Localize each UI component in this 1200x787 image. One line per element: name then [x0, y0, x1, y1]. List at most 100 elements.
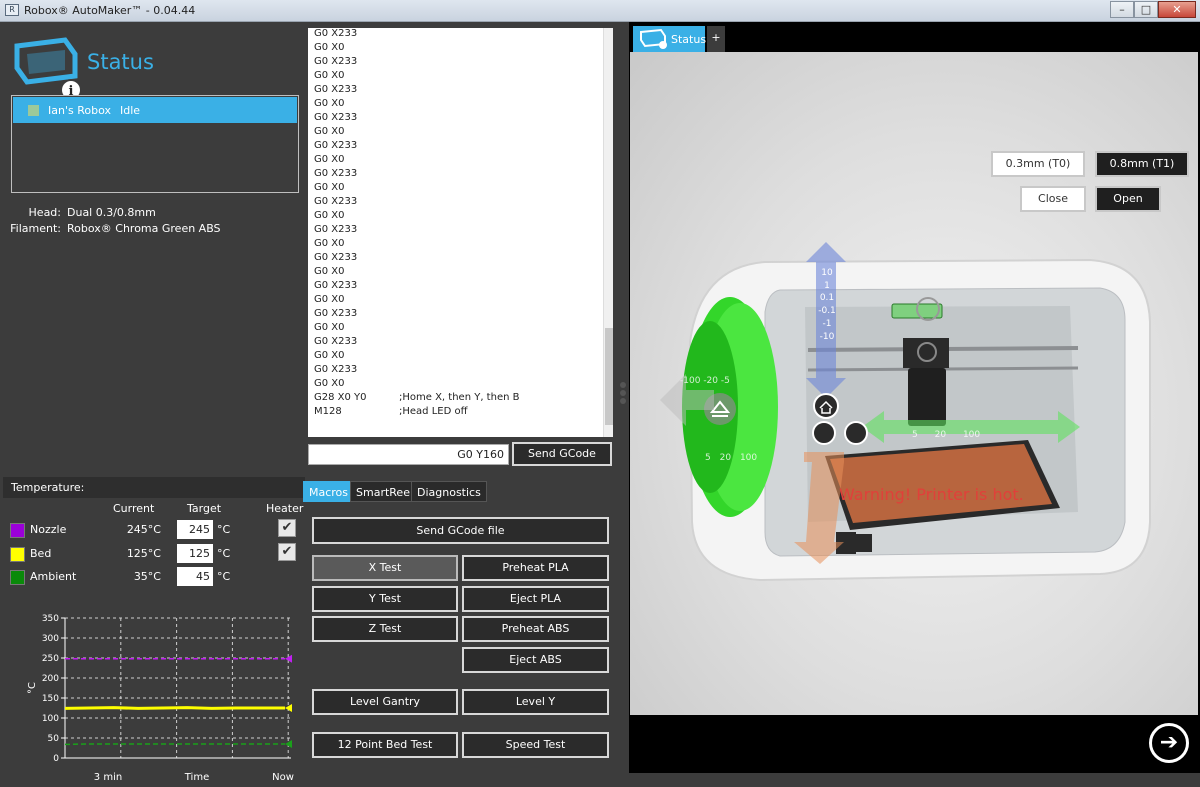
ambient-unit: °C	[217, 570, 230, 583]
e-jog-extrude-controls[interactable]: 5 20 100	[705, 453, 757, 463]
printer-hot-warning: Warning! Printer is hot.	[839, 485, 1024, 504]
nozzle-color-swatch	[10, 523, 25, 538]
printer-3d-view[interactable]: 0.3mm (T0) 0.8mm (T1) Close Open 10 1 0.…	[630, 52, 1198, 715]
x-jog-20[interactable]: 20	[935, 430, 946, 440]
gcode-log-line: G0 X233	[314, 196, 357, 207]
gcode-log-line: G0 X233	[314, 84, 357, 95]
chart-x-tick-label: 3 min	[94, 772, 122, 783]
ambient-target-input[interactable]: 45	[177, 567, 213, 586]
chart-y-tick-label: 350	[42, 614, 59, 624]
target-header: Target	[187, 502, 221, 515]
heater-header: Heater	[266, 502, 303, 515]
app-icon: R	[5, 4, 19, 16]
eject-abs-button[interactable]: Eject ABS	[462, 647, 609, 673]
e-jog-neg100[interactable]: -100	[680, 376, 700, 386]
bed-current-temp: 125°C	[101, 547, 161, 560]
panel-divider-handle[interactable]	[619, 380, 627, 410]
chart-y-tick-label: 300	[42, 634, 59, 644]
preheat-abs-button[interactable]: Preheat ABS	[462, 616, 609, 642]
z-jog-neg10[interactable]: -10	[818, 331, 836, 344]
eject-pla-button[interactable]: Eject PLA	[462, 586, 609, 612]
gcode-log: G0 X233 G0 X0 G0 X233 G0 X0 G0 X233 G0 X0 G0 X…	[308, 28, 613, 437]
gcode-log-line: G0 X233	[314, 140, 357, 151]
e-jog-5[interactable]: 5	[705, 453, 711, 463]
x-jog-controls[interactable]: 5 20 100	[912, 430, 980, 440]
level-gantry-button[interactable]: Level Gantry	[312, 689, 458, 715]
e-jog-controls[interactable]: -100 -20 -5	[680, 376, 730, 386]
nozzle-target-input[interactable]: 245	[177, 520, 213, 539]
scrollbar-thumb[interactable]	[605, 328, 613, 425]
level-y-button[interactable]: Level Y	[462, 689, 609, 715]
send-gcode-button[interactable]: Send GCode	[512, 442, 612, 466]
tab-diagnostics[interactable]: Diagnostics	[411, 481, 487, 502]
printer-name: Ian's Robox	[48, 104, 111, 117]
control-panel: G0 X233 G0 X0 G0 X233 G0 X0 G0 X233 G0 X0 G0 X…	[305, 22, 627, 773]
chart-y-tick-label: 200	[42, 674, 59, 684]
gcode-log-line: G0 X0	[314, 294, 345, 305]
preheat-pla-button[interactable]: Preheat PLA	[462, 555, 609, 581]
x-test-button[interactable]: X Test	[312, 555, 458, 581]
tab-macros[interactable]: Macros	[303, 481, 354, 502]
bed-heater-checkbox[interactable]: ✔	[278, 543, 296, 561]
chart-y-tick-label: 0	[53, 754, 59, 764]
printer-list: Ian's Robox Idle	[11, 95, 299, 193]
z-jog-neg1[interactable]: -1	[818, 318, 836, 331]
nozzle-heater-checkbox[interactable]: ✔	[278, 519, 296, 537]
gcode-log-line: G0 X0	[314, 98, 345, 109]
z-jog-1[interactable]: 1	[818, 280, 836, 293]
chart-x-tick-label: Time	[184, 772, 209, 783]
gcode-log-line: G0 X233	[314, 252, 357, 263]
x-jog-5[interactable]: 5	[912, 430, 918, 440]
e-jog-20[interactable]: 20	[720, 453, 731, 463]
gcode-log-line: G0 X0	[314, 126, 345, 137]
gcode-log-line: G0 X233	[314, 56, 357, 67]
minimize-button[interactable]: –	[1110, 1, 1134, 18]
gcode-log-line: G0 X0	[314, 378, 345, 389]
nozzle-t1-button[interactable]: 0.8mm (T1)	[1095, 151, 1189, 177]
bed-target-input[interactable]: 125	[177, 544, 213, 563]
ambient-label: Ambient	[30, 570, 76, 583]
nozzle-label: Nozzle	[30, 523, 66, 536]
e-jog-neg20[interactable]: -20	[703, 376, 718, 386]
send-gcode-file-button[interactable]: Send GCode file	[312, 517, 609, 544]
z-jog-10[interactable]: 10	[818, 267, 836, 280]
z-jog-0.1[interactable]: 0.1	[818, 292, 836, 305]
gcode-input[interactable]: G0 Y160	[308, 444, 509, 465]
tab-status[interactable]: Status	[633, 26, 705, 52]
printer-status-tab-icon	[639, 28, 669, 50]
printer-tab-bar: Status +	[629, 22, 1200, 52]
gcode-log-line: G0 X0	[314, 70, 345, 81]
gcode-log-scrollbar[interactable]	[603, 28, 613, 437]
temperature-section-label: Temperature:	[3, 477, 305, 498]
gcode-log-line: G0 X0	[314, 154, 345, 165]
status-title: Status	[87, 50, 154, 74]
y-test-button[interactable]: Y Test	[312, 586, 458, 612]
next-arrow-icon[interactable]: ➔	[1149, 723, 1189, 763]
nozzle-open-button[interactable]: Open	[1095, 186, 1161, 212]
gcode-log-line: G28 X0 Y0	[314, 392, 367, 403]
chart-y-tick-label: 50	[48, 734, 60, 744]
maximize-button[interactable]: □	[1134, 1, 1158, 18]
head-label: Head:	[3, 206, 61, 219]
nozzle-close-button[interactable]: Close	[1020, 186, 1086, 212]
x-jog-100[interactable]: 100	[963, 430, 980, 440]
nozzle-t0-button[interactable]: 0.3mm (T0)	[991, 151, 1085, 177]
ambient-current-temp: 35°C	[101, 570, 161, 583]
gcode-log-line: G0 X0	[314, 238, 345, 249]
bed-test-button[interactable]: 12 Point Bed Test	[312, 732, 458, 758]
add-tab-button[interactable]: +	[707, 26, 725, 52]
tab-smartreel[interactable]: SmartReel	[350, 481, 419, 502]
e-jog-neg5[interactable]: -5	[721, 376, 730, 386]
z-jog-controls[interactable]: 10 1 0.1 -0.1 -1 -10	[818, 267, 836, 343]
bed-color-swatch	[10, 547, 25, 562]
z-jog-neg0.1[interactable]: -0.1	[818, 305, 836, 318]
gcode-log-line: G0 X0	[314, 350, 345, 361]
speed-test-button[interactable]: Speed Test	[462, 732, 609, 758]
z-test-button[interactable]: Z Test	[312, 616, 458, 642]
e-jog-100[interactable]: 100	[740, 453, 757, 463]
printer-list-item[interactable]: Ian's Robox Idle	[13, 97, 297, 123]
nozzle-temp-row: Nozzle 245°C 245 °C ✔	[3, 519, 305, 541]
bed-label: Bed	[30, 547, 51, 560]
chart-y-tick-label: 250	[42, 654, 59, 664]
close-window-button[interactable]: ✕	[1158, 1, 1196, 18]
